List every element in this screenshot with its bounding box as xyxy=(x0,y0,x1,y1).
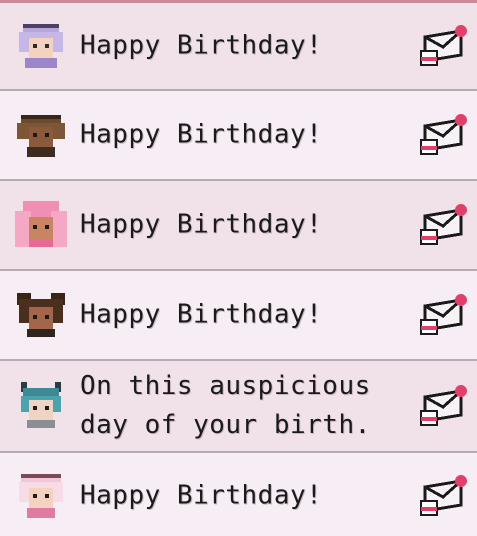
message-row[interactable]: Happy Birthday! xyxy=(0,3,477,91)
message-text: Happy Birthday! xyxy=(80,119,323,150)
message-text: Happy Birthday! xyxy=(80,30,323,61)
message-row[interactable]: Happy Birthday! xyxy=(0,181,477,271)
message-text: Happy Birthday! xyxy=(80,480,323,511)
teal-haired-villager-portrait-icon xyxy=(13,380,69,432)
white-haired-villager-portrait-icon xyxy=(13,20,69,72)
envelope-icon[interactable] xyxy=(417,112,467,158)
message-row[interactable]: On this auspicious day of your birth. xyxy=(0,361,477,453)
dark-haired-villager-portrait-icon xyxy=(13,289,69,341)
message-text: Happy Birthday! xyxy=(80,299,323,330)
message-row[interactable]: Happy Birthday! xyxy=(0,91,477,181)
envelope-icon[interactable] xyxy=(417,202,467,248)
envelope-icon[interactable] xyxy=(417,473,467,519)
envelope-icon[interactable] xyxy=(417,23,467,69)
envelope-icon[interactable] xyxy=(417,292,467,338)
brown-haired-villager-portrait-icon xyxy=(13,109,69,161)
pink-haired-villager-portrait-icon xyxy=(13,199,69,251)
message-row[interactable]: Happy Birthday! xyxy=(0,453,477,536)
message-row[interactable]: Happy Birthday! xyxy=(0,271,477,361)
pink-white-haired-villager-portrait-icon xyxy=(13,470,69,522)
envelope-icon[interactable] xyxy=(417,383,467,429)
message-text: Happy Birthday! xyxy=(80,209,323,240)
message-text: On this auspicious day of your birth. xyxy=(80,371,371,440)
birthday-message-list: Happy Birthday! Happy Birthday! Happy Bi… xyxy=(0,0,477,536)
